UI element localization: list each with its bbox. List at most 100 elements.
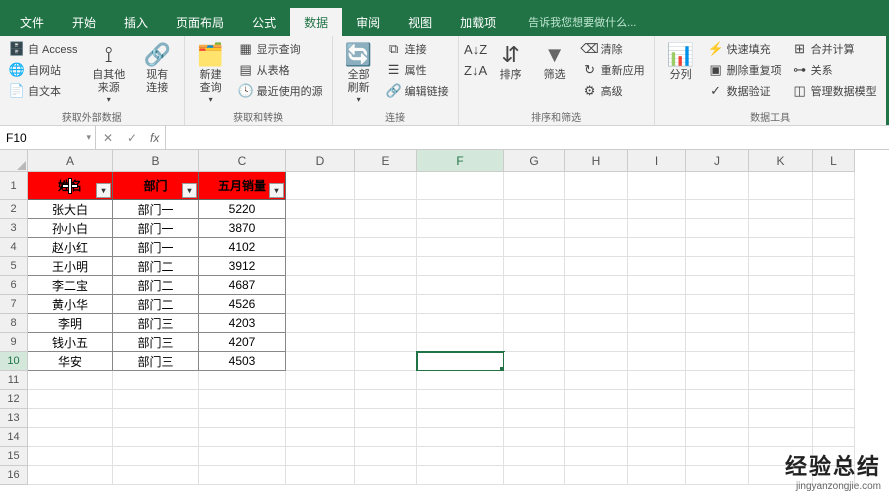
row-header[interactable]: 8 (0, 314, 28, 333)
cell-D14[interactable] (286, 428, 355, 447)
formula-input[interactable] (166, 126, 889, 149)
remove-dup-button[interactable]: ▣删除重复项 (705, 60, 785, 80)
cell-G10[interactable] (504, 352, 565, 371)
tab-addins[interactable]: 加载项 (446, 8, 510, 36)
cell-L4[interactable] (813, 238, 855, 257)
row-header[interactable]: 9 (0, 333, 28, 352)
row-header[interactable]: 7 (0, 295, 28, 314)
cell-B15[interactable] (113, 447, 199, 466)
cell-C9[interactable]: 4207 (199, 333, 286, 352)
cell-A7[interactable]: 黄小华 (28, 295, 113, 314)
cell-C16[interactable] (199, 466, 286, 485)
cell-F13[interactable] (417, 409, 504, 428)
cell-K11[interactable] (749, 371, 813, 390)
cell-I7[interactable] (628, 295, 686, 314)
show-queries-button[interactable]: ▦显示查询 (235, 39, 326, 59)
connections-button[interactable]: ⧉连接 (383, 39, 452, 59)
cell-H8[interactable] (565, 314, 628, 333)
cell-D13[interactable] (286, 409, 355, 428)
filter-dropdown-button[interactable]: ▾ (269, 183, 284, 198)
col-header-C[interactable]: C (199, 150, 286, 172)
cell-I16[interactable] (628, 466, 686, 485)
consolidate-button[interactable]: ⊞合并计算 (789, 39, 880, 59)
cell-G9[interactable] (504, 333, 565, 352)
enter-formula-button[interactable]: ✓ (120, 131, 144, 145)
cell-A16[interactable] (28, 466, 113, 485)
cell-C11[interactable] (199, 371, 286, 390)
row-header[interactable]: 13 (0, 409, 28, 428)
cell-B1[interactable]: 部门▾ (113, 172, 199, 200)
tab-view[interactable]: 视图 (394, 8, 446, 36)
cell-A13[interactable] (28, 409, 113, 428)
cell-G14[interactable] (504, 428, 565, 447)
cell-E1[interactable] (355, 172, 417, 200)
cell-J7[interactable] (686, 295, 749, 314)
cell-K8[interactable] (749, 314, 813, 333)
cell-H15[interactable] (565, 447, 628, 466)
cell-H6[interactable] (565, 276, 628, 295)
cell-J14[interactable] (686, 428, 749, 447)
cell-J13[interactable] (686, 409, 749, 428)
cell-A8[interactable]: 李明 (28, 314, 113, 333)
cell-I3[interactable] (628, 219, 686, 238)
advanced-filter-button[interactable]: ⚙高级 (579, 81, 648, 101)
cell-G12[interactable] (504, 390, 565, 409)
cell-A14[interactable] (28, 428, 113, 447)
cell-K3[interactable] (749, 219, 813, 238)
cell-A9[interactable]: 钱小五 (28, 333, 113, 352)
cell-A12[interactable] (28, 390, 113, 409)
cell-J16[interactable] (686, 466, 749, 485)
cell-D4[interactable] (286, 238, 355, 257)
cell-G15[interactable] (504, 447, 565, 466)
cell-F7[interactable] (417, 295, 504, 314)
clear-filter-button[interactable]: ⌫清除 (579, 39, 648, 59)
filter-dropdown-button[interactable]: ▾ (96, 183, 111, 198)
cell-F10[interactable] (417, 352, 504, 371)
col-header-B[interactable]: B (113, 150, 199, 172)
new-query-button[interactable]: 🗂️新建 查询▾ (191, 39, 231, 107)
cell-G3[interactable] (504, 219, 565, 238)
cell-J5[interactable] (686, 257, 749, 276)
cell-D2[interactable] (286, 200, 355, 219)
cell-G7[interactable] (504, 295, 565, 314)
cell-B3[interactable]: 部门一 (113, 219, 199, 238)
recent-sources-button[interactable]: 🕓最近使用的源 (235, 81, 326, 101)
cell-A15[interactable] (28, 447, 113, 466)
data-validation-button[interactable]: ✓数据验证 (705, 81, 785, 101)
cell-J8[interactable] (686, 314, 749, 333)
cell-D10[interactable] (286, 352, 355, 371)
row-header[interactable]: 2 (0, 200, 28, 219)
cell-K13[interactable] (749, 409, 813, 428)
cell-I11[interactable] (628, 371, 686, 390)
cell-K14[interactable] (749, 428, 813, 447)
cell-H12[interactable] (565, 390, 628, 409)
cell-I2[interactable] (628, 200, 686, 219)
col-header-E[interactable]: E (355, 150, 417, 172)
tab-data[interactable]: 数据 (290, 8, 342, 36)
tab-formulas[interactable]: 公式 (238, 8, 290, 36)
cell-H3[interactable] (565, 219, 628, 238)
cell-E13[interactable] (355, 409, 417, 428)
cell-J9[interactable] (686, 333, 749, 352)
row-header[interactable]: 5 (0, 257, 28, 276)
cell-L11[interactable] (813, 371, 855, 390)
cell-C6[interactable]: 4687 (199, 276, 286, 295)
cell-E10[interactable] (355, 352, 417, 371)
cell-E15[interactable] (355, 447, 417, 466)
cell-H5[interactable] (565, 257, 628, 276)
row-header[interactable]: 10 (0, 352, 28, 371)
col-header-K[interactable]: K (749, 150, 813, 172)
cell-B12[interactable] (113, 390, 199, 409)
cell-L10[interactable] (813, 352, 855, 371)
cell-D8[interactable] (286, 314, 355, 333)
cell-F3[interactable] (417, 219, 504, 238)
cell-I4[interactable] (628, 238, 686, 257)
cell-K2[interactable] (749, 200, 813, 219)
cell-G16[interactable] (504, 466, 565, 485)
col-header-D[interactable]: D (286, 150, 355, 172)
cell-J6[interactable] (686, 276, 749, 295)
col-header-L[interactable]: L (813, 150, 855, 172)
cell-L7[interactable] (813, 295, 855, 314)
cell-J2[interactable] (686, 200, 749, 219)
cell-G5[interactable] (504, 257, 565, 276)
